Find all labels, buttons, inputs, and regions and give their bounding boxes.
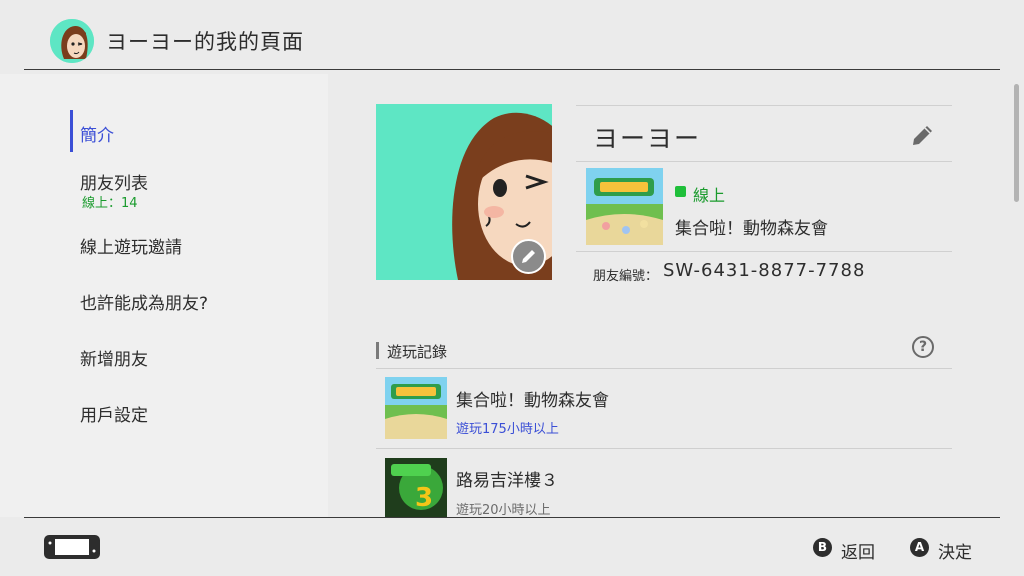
sidebar-item-add-friend[interactable]: 新增朋友 bbox=[80, 345, 148, 370]
console-handheld-icon bbox=[44, 535, 100, 559]
sidebar-item-friend-list[interactable]: 朋友列表 bbox=[80, 169, 148, 194]
card-divider bbox=[576, 105, 952, 106]
sidebar-item-suggested-friends[interactable]: 也許能成為朋友? bbox=[80, 289, 208, 314]
record-divider bbox=[376, 448, 952, 449]
a-button-icon[interactable]: A bbox=[910, 538, 929, 557]
sidebar-item-profile[interactable]: 簡介 bbox=[80, 121, 114, 146]
b-button-icon[interactable]: B bbox=[813, 538, 832, 557]
edit-profile-picture-button[interactable] bbox=[511, 239, 546, 274]
game-playtime: 遊玩20小時以上 bbox=[456, 503, 551, 518]
page-title: ヨーヨー的我的頁面 bbox=[106, 30, 304, 54]
back-button-label[interactable]: 返回 bbox=[841, 538, 875, 563]
online-status-icon bbox=[675, 186, 686, 197]
play-records-title: 遊玩記錄 bbox=[387, 343, 448, 361]
card-divider bbox=[576, 161, 952, 162]
game-thumbnail-luigis-mansion[interactable]: 3 bbox=[385, 458, 447, 517]
record-divider bbox=[376, 368, 952, 369]
friend-code-value: SW-6431-8877-7788 bbox=[663, 260, 866, 281]
current-game-thumbnail bbox=[586, 168, 663, 245]
card-divider bbox=[576, 251, 952, 252]
section-marker bbox=[376, 342, 379, 359]
profile-name: ヨーヨー bbox=[593, 124, 702, 153]
game-thumbnail-animal-crossing[interactable] bbox=[385, 377, 447, 439]
scrollbar[interactable] bbox=[1014, 84, 1019, 202]
svg-text:3: 3 bbox=[415, 483, 433, 513]
game-title[interactable]: 集合啦！動物森友會 bbox=[456, 386, 609, 411]
header-divider bbox=[24, 69, 1000, 70]
sidebar-active-indicator bbox=[70, 110, 73, 152]
sidebar-item-user-settings[interactable]: 用戶設定 bbox=[80, 401, 148, 426]
online-status-label: 線上 bbox=[693, 186, 726, 205]
sidebar-item-online-invites[interactable]: 線上遊玩邀請 bbox=[80, 233, 182, 258]
game-playtime: 遊玩175小時以上 bbox=[456, 422, 559, 437]
confirm-button-label[interactable]: 決定 bbox=[938, 538, 972, 563]
help-icon[interactable]: ? bbox=[912, 336, 934, 358]
game-title[interactable]: 路易吉洋樓３ bbox=[456, 466, 558, 491]
mii-avatar-icon bbox=[50, 19, 94, 63]
friend-code-label: 朋友編號： bbox=[593, 269, 659, 284]
pencil-icon bbox=[522, 250, 535, 263]
edit-name-pencil-icon[interactable] bbox=[910, 122, 936, 148]
friends-online-count: 線上：14 bbox=[82, 196, 138, 211]
current-game-title: 集合啦！動物森友會 bbox=[675, 219, 828, 239]
